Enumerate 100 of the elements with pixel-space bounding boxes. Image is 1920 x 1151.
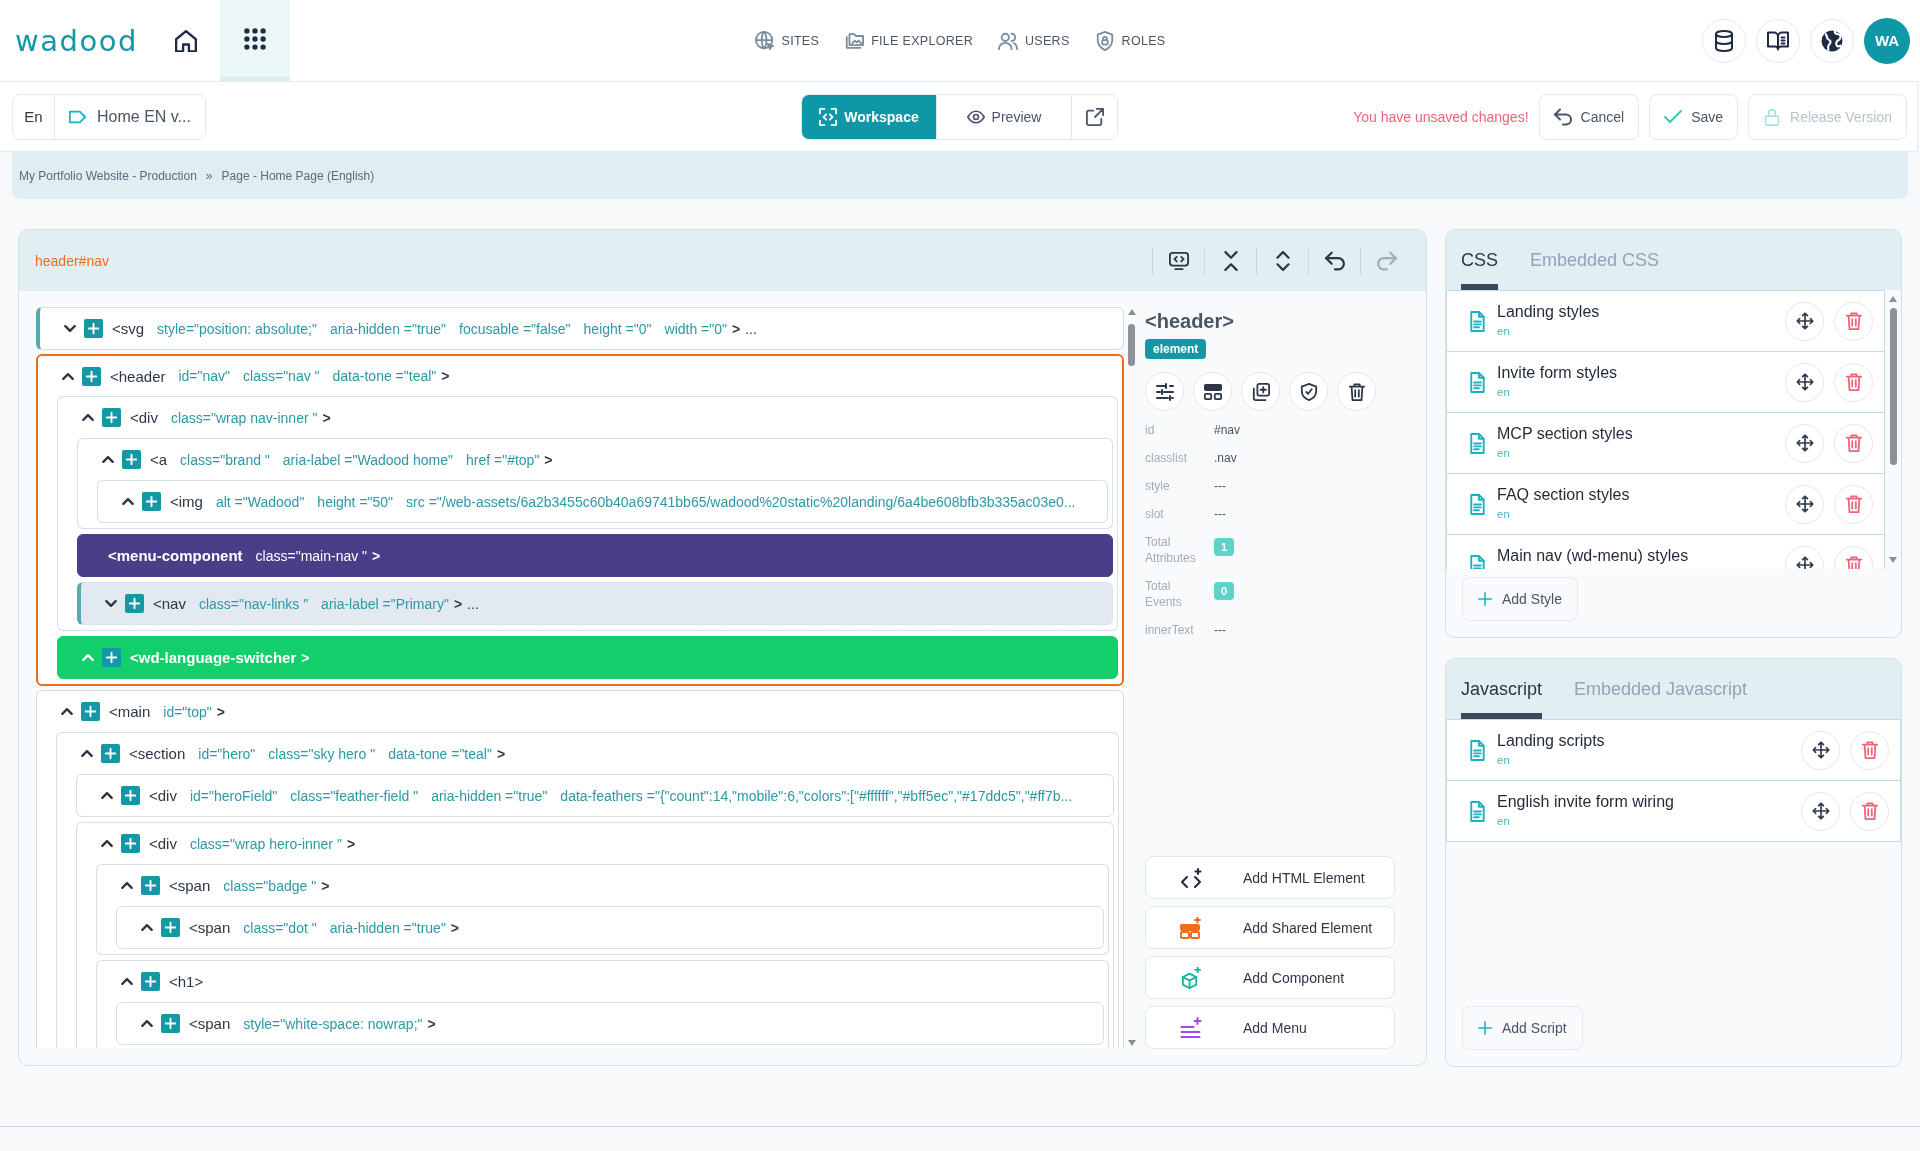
chevron-up-icon[interactable]: [61, 708, 73, 715]
style-item[interactable]: FAQ section styles en: [1447, 474, 1884, 535]
chevron-up-icon[interactable]: [102, 456, 114, 463]
add-child-icon[interactable]: [102, 408, 121, 427]
style-item[interactable]: Invite form styles en: [1447, 352, 1884, 413]
tree-node[interactable]: <svg style="position: absolute;" aria-hidden ="true" focusable ="false" height ="0" width ="0" > ...: [36, 307, 1124, 350]
nav-link[interactable]: USERS: [998, 30, 1070, 51]
tree-node[interactable]: <h1>: [96, 960, 1109, 1002]
database-button[interactable]: [1702, 18, 1746, 63]
tree-node[interactable]: <a class="brand " aria-label ="Wadood home" href ="#top" >: [77, 438, 1113, 480]
home-icon: [175, 29, 197, 52]
add-child-icon[interactable]: [82, 366, 101, 386]
move-button[interactable]: [1785, 301, 1824, 341]
move-button[interactable]: [1785, 484, 1824, 524]
document-icon: [1469, 310, 1485, 332]
logo[interactable]: wadood: [15, 23, 147, 58]
script-item[interactable]: English invite form wiring en: [1447, 781, 1900, 842]
nav-link[interactable]: SITES: [754, 30, 820, 51]
cancel-button[interactable]: Cancel: [1538, 93, 1640, 140]
tree-node[interactable]: <span style="white-space: nowrap;" >: [116, 1002, 1104, 1045]
add-child-icon[interactable]: [161, 1014, 180, 1033]
add-html-element-button[interactable]: Add HTML Element: [1145, 856, 1395, 899]
tag-end: >: [427, 1015, 436, 1032]
attribute: alt ="Wadood": [215, 493, 305, 510]
chevron-up-icon[interactable]: [101, 840, 113, 847]
script-item[interactable]: Landing scripts en: [1447, 720, 1900, 781]
validate-button[interactable]: [1289, 372, 1328, 411]
tag-name: <div: [130, 409, 158, 426]
file-language: en: [1497, 324, 1511, 338]
tree-node[interactable]: <div id="heroField" class="feather-field " aria-hidden ="true" data-feathers ="{"count":14,"mobile":6,"colors":["#ffffff","#bff5ec","#17ddc5","#ff7b...: [76, 774, 1114, 817]
apps-menu-button[interactable]: [220, 0, 290, 81]
chevron-up-icon[interactable]: [101, 792, 113, 799]
chevron-up-icon[interactable]: [141, 924, 153, 931]
add-child-icon[interactable]: [141, 876, 160, 895]
add-script-button[interactable]: Add Script: [1462, 1006, 1583, 1050]
chevron-up-icon[interactable]: [62, 372, 74, 380]
add-menu-button[interactable]: Add Menu: [1145, 1006, 1395, 1049]
add-style-button[interactable]: Add Style: [1462, 577, 1578, 621]
add-child-icon[interactable]: [122, 450, 141, 469]
style-item[interactable]: Landing styles en: [1447, 291, 1884, 352]
language-button[interactable]: [1810, 18, 1854, 63]
tree-node[interactable]: <span class="dot " aria-hidden ="true" >: [116, 906, 1104, 949]
chevron-up-icon[interactable]: [141, 1020, 153, 1027]
chevron-up-icon[interactable]: [81, 750, 93, 757]
user-avatar[interactable]: WA: [1864, 17, 1910, 64]
tree-node[interactable]: <header id="nav" class="nav " data-tone ="teal" >: [36, 354, 1124, 396]
tree-node[interactable]: <main id="top" >: [36, 690, 1124, 732]
property-value: ---: [1214, 478, 1227, 494]
delete-button[interactable]: [1337, 372, 1376, 411]
move-arrows-icon: [1811, 802, 1830, 820]
tree-node[interactable]: <menu-component class="main-nav " >: [77, 534, 1113, 577]
add-child-icon[interactable]: [125, 594, 144, 613]
duplicate-button[interactable]: [1241, 372, 1280, 411]
chevron-up-icon[interactable]: [121, 978, 133, 985]
add-child-icon[interactable]: [102, 648, 121, 667]
trash-icon: [1844, 495, 1863, 513]
tree-node[interactable]: <nav class="nav-links " aria-label ="Primary" > ...: [77, 582, 1113, 625]
add-child-icon[interactable]: [161, 918, 180, 937]
tag-end: >: [301, 649, 310, 666]
docs-button[interactable]: [1756, 18, 1800, 63]
nav-link[interactable]: ROLES: [1094, 30, 1166, 51]
add-child-icon[interactable]: [81, 702, 100, 721]
add-component-button[interactable]: Add Component: [1145, 956, 1395, 999]
chevron-up-icon[interactable]: [82, 414, 94, 421]
save-button[interactable]: Save: [1649, 93, 1739, 140]
add-child-icon[interactable]: [142, 492, 161, 511]
nav-link[interactable]: FILE EXPLORER: [844, 30, 973, 51]
copy-plus-icon: [1251, 382, 1270, 401]
add-child-icon[interactable]: [121, 834, 140, 853]
tree-node[interactable]: <img alt ="Wadood" height ="50" src ="/web-assets/6a2b3455c60b40a69741bb65/wadood%20static%20landing/6a4be608bfb3b335ac03e0...: [97, 480, 1108, 523]
document-icon: [1469, 432, 1485, 454]
chevron-down-icon[interactable]: [64, 325, 76, 332]
add-child-icon[interactable]: [141, 972, 160, 991]
sliders-icon: [1155, 382, 1174, 401]
undo-icon: [1324, 250, 1345, 271]
move-button[interactable]: [1785, 362, 1824, 402]
add-child-icon[interactable]: [84, 319, 103, 338]
move-button[interactable]: [1801, 791, 1840, 831]
tree-node[interactable]: <span class="badge " >: [96, 864, 1109, 906]
add-child-icon[interactable]: [101, 744, 120, 763]
attribute: aria-hidden ="true": [329, 919, 446, 936]
chevron-up-icon[interactable]: [122, 498, 134, 505]
language-selector[interactable]: En: [13, 94, 55, 139]
add-shared-element-button[interactable]: Add Shared Element: [1145, 906, 1395, 949]
chevron-down-icon[interactable]: [105, 600, 117, 607]
move-button[interactable]: [1785, 423, 1824, 463]
add-child-icon[interactable]: [121, 786, 140, 805]
tree-node[interactable]: <section id="hero" class="sky hero " data-tone ="teal" >: [56, 732, 1119, 774]
style-item[interactable]: MCP section styles en: [1447, 413, 1884, 474]
tree-node[interactable]: <div class="wrap hero-inner " >: [76, 822, 1114, 864]
breadcrumb-link[interactable]: Page - Home Page (English): [221, 168, 375, 183]
settings-button[interactable]: [1145, 372, 1184, 411]
tag-end: >: [453, 595, 463, 612]
breadcrumb-link[interactable]: My Portfolio Website - Production: [19, 168, 197, 183]
tree-node[interactable]: <div class="wrap nav-inner " >: [57, 396, 1118, 438]
move-button[interactable]: [1801, 730, 1840, 770]
view-tab[interactable]: Workspace: [802, 94, 937, 139]
tag-name: <main: [109, 703, 151, 720]
chevron-up-icon[interactable]: [121, 882, 133, 889]
layout-button[interactable]: [1193, 372, 1232, 411]
